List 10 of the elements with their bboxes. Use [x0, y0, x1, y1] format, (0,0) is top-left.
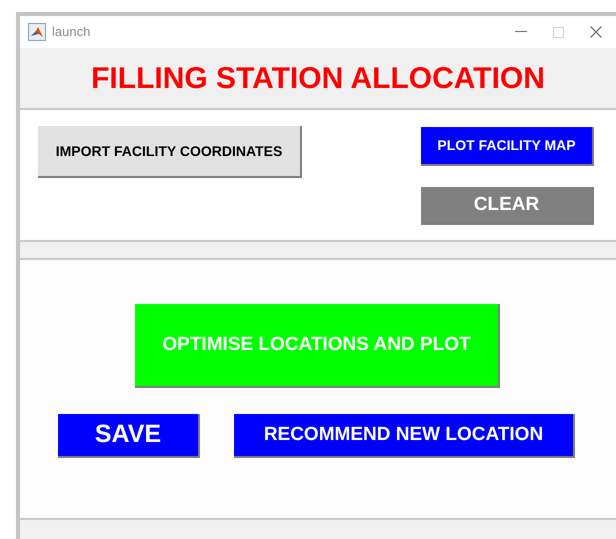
app-title: FILLING STATION ALLOCATION	[91, 60, 545, 96]
close-icon[interactable]	[590, 26, 602, 38]
app-icon	[28, 23, 46, 41]
window-title: launch	[52, 23, 90, 42]
plot-button[interactable]: PLOT FACILITY MAP	[421, 127, 594, 166]
minimize-icon[interactable]	[515, 31, 527, 33]
import-button[interactable]: IMPORT FACILITY COORDINATES	[38, 126, 302, 178]
clear-button[interactable]: CLEAR	[421, 187, 594, 225]
save-button[interactable]: SAVE	[58, 414, 200, 458]
recommend-button[interactable]: RECOMMEND NEW LOCATION	[234, 414, 575, 458]
